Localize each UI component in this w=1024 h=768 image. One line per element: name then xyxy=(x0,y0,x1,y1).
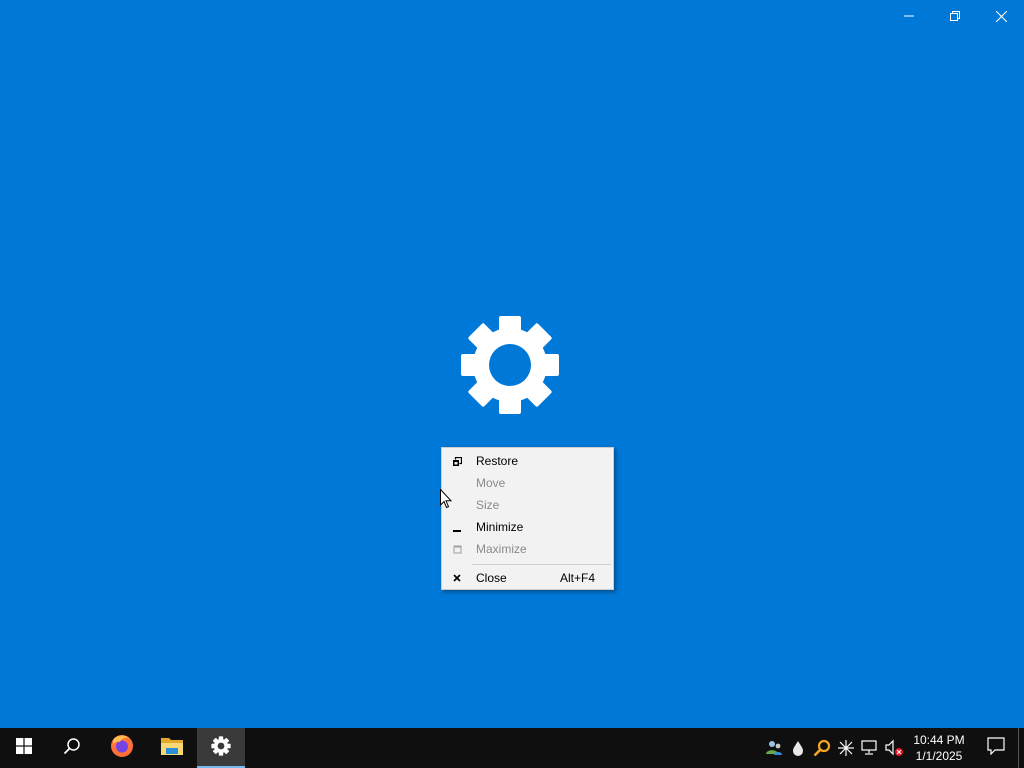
search-icon xyxy=(63,737,81,760)
menu-item-size[interactable]: Size xyxy=(442,494,613,516)
menu-item-minimize[interactable]: Minimize xyxy=(442,516,613,538)
minimize-small-icon xyxy=(451,521,463,533)
restore-icon xyxy=(950,11,960,21)
settings-splash-gear-icon xyxy=(459,314,561,416)
menu-item-label: Size xyxy=(476,498,500,512)
menu-item-label: Move xyxy=(476,476,506,490)
clock-date: 1/1/2025 xyxy=(915,749,963,763)
sparkle-icon[interactable] xyxy=(836,738,856,758)
minimize-icon xyxy=(904,11,914,21)
taskbar-file-explorer-button[interactable] xyxy=(148,728,196,768)
menu-item-maximize[interactable]: Maximize xyxy=(442,538,613,560)
windows-logo-icon xyxy=(16,737,32,759)
droplet-icon[interactable] xyxy=(788,738,808,758)
taskbar-clock[interactable]: 10:44 PM 1/1/2025 xyxy=(906,732,972,764)
maximize-small-icon xyxy=(451,543,463,555)
clock-time: 10:44 PM xyxy=(913,733,965,747)
menu-item-restore[interactable]: Restore xyxy=(442,450,613,472)
firefox-icon xyxy=(110,734,134,763)
restore-small-icon xyxy=(451,455,463,467)
window-minimize-button[interactable] xyxy=(886,0,932,32)
menu-item-close[interactable]: Close Alt+F4 xyxy=(442,567,613,589)
window-system-menu: Restore Move Size Minimize Maximize Clos… xyxy=(441,447,614,590)
magnifier-icon[interactable] xyxy=(812,738,832,758)
people-icon[interactable] xyxy=(764,738,784,758)
action-center-icon xyxy=(987,736,1005,760)
taskbar: 10:44 PM 1/1/2025 xyxy=(0,728,1024,768)
start-button[interactable] xyxy=(0,728,48,768)
taskbar-search-button[interactable] xyxy=(48,728,96,768)
folder-icon xyxy=(160,735,184,762)
mouse-cursor-icon xyxy=(440,488,453,509)
show-desktop-button[interactable] xyxy=(1018,728,1019,768)
menu-separator xyxy=(472,564,611,565)
taskbar-firefox-button[interactable] xyxy=(98,728,146,768)
window-restore-button[interactable] xyxy=(932,0,978,32)
gear-icon xyxy=(211,735,231,761)
menu-item-label: Restore xyxy=(476,454,519,468)
menu-item-label: Maximize xyxy=(476,542,527,556)
menu-item-move[interactable]: Move xyxy=(442,472,613,494)
window-close-button[interactable] xyxy=(978,0,1024,32)
action-center-button[interactable] xyxy=(978,728,1014,768)
close-small-icon xyxy=(451,572,463,584)
menu-item-shortcut: Alt+F4 xyxy=(559,571,595,585)
volume-muted-icon[interactable] xyxy=(884,738,904,758)
menu-item-label: Close xyxy=(476,571,507,585)
menu-item-label: Minimize xyxy=(476,520,524,534)
taskbar-settings-button[interactable] xyxy=(197,728,245,768)
close-icon xyxy=(995,10,1007,22)
network-icon[interactable] xyxy=(860,738,880,758)
